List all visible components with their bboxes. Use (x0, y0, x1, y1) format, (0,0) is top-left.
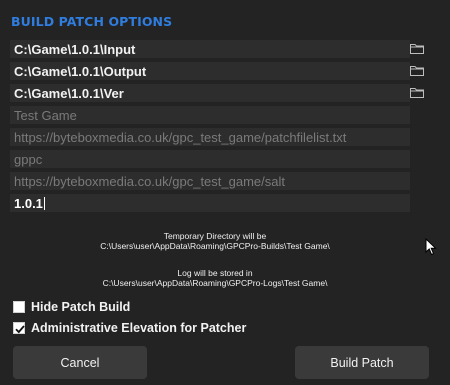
log-location-info: Log will be stored in C:\Users\user\AppD… (0, 268, 430, 288)
log-location-label: Log will be stored in (177, 268, 253, 278)
hide-patch-build-checkbox[interactable] (13, 301, 25, 313)
log-location-path: C:\Users\user\AppData\Roaming\GPCPro-Log… (102, 278, 328, 288)
cancel-button[interactable]: Cancel (13, 346, 147, 379)
output-path-field[interactable]: C:\Game\1.0.1\Output (10, 62, 410, 80)
version-value: 1.0.1 (14, 195, 43, 211)
hide-patch-build-label: Hide Patch Build (31, 300, 131, 314)
build-patch-button[interactable]: Build Patch (295, 346, 429, 379)
folder-icon[interactable] (410, 87, 424, 98)
patchfilelist-url-field[interactable]: https://byteboxmedia.co.uk/gpc_test_game… (10, 128, 410, 146)
admin-elevation-checkbox[interactable] (13, 322, 25, 334)
checkmark-icon (15, 325, 25, 334)
version-field[interactable]: 1.0.1 (10, 194, 410, 212)
folder-icon[interactable] (410, 65, 424, 76)
hide-patch-build-option[interactable]: Hide Patch Build (13, 300, 130, 314)
temp-directory-label: Temporary Directory will be (163, 231, 267, 241)
extension-field[interactable]: gppc (10, 150, 410, 168)
admin-elevation-label: Administrative Elevation for Patcher (31, 321, 247, 335)
input-path-field[interactable]: C:\Game\1.0.1\Input (10, 40, 410, 58)
temp-directory-path: C:\Users\user\AppData\Roaming\GPCPro-Bui… (100, 241, 330, 251)
temp-directory-info: Temporary Directory will be C:\Users\use… (0, 231, 430, 251)
ver-path-field[interactable]: C:\Game\1.0.1\Ver (10, 84, 410, 102)
game-name-field[interactable]: Test Game (10, 106, 410, 124)
panel-title: BUILD PATCH OPTIONS (11, 14, 173, 29)
mouse-cursor-icon (425, 238, 437, 256)
salt-url-field[interactable]: https://byteboxmedia.co.uk/gpc_test_game… (10, 172, 410, 190)
build-patch-options-panel: BUILD PATCH OPTIONS C:\Game\1.0.1\Input … (0, 0, 450, 385)
text-caret (43, 196, 45, 210)
folder-icon[interactable] (410, 43, 424, 54)
admin-elevation-option[interactable]: Administrative Elevation for Patcher (13, 321, 246, 335)
